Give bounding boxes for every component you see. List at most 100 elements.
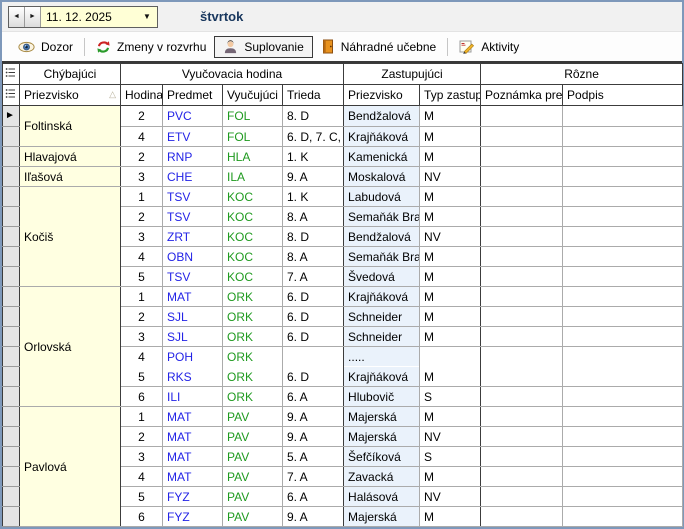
- row-selector[interactable]: [3, 287, 20, 307]
- cell-predmet[interactable]: POH: [163, 347, 223, 367]
- cell-typ-zastup[interactable]: M: [420, 467, 481, 487]
- cell-poznamka[interactable]: [481, 187, 563, 207]
- cell-poznamka[interactable]: [481, 387, 563, 407]
- cell-trieda[interactable]: 6. A: [283, 487, 344, 507]
- cell-podpis[interactable]: [563, 507, 683, 527]
- cell-predmet[interactable]: ETV: [163, 127, 223, 147]
- cell-zastupujuci-priezvisko[interactable]: .....: [344, 347, 420, 367]
- cell-hodina[interactable]: 3: [121, 227, 163, 247]
- cell-typ-zastup[interactable]: M: [420, 106, 481, 127]
- cell-zastupujuci-priezvisko[interactable]: Majerská: [344, 507, 420, 527]
- cell-trieda[interactable]: 6. D: [283, 327, 344, 347]
- cell-vyucujuci[interactable]: HLA: [223, 147, 283, 167]
- row-selector[interactable]: [3, 347, 20, 367]
- cell-podpis[interactable]: [563, 487, 683, 507]
- cell-vyucujuci[interactable]: KOC: [223, 247, 283, 267]
- cell-hodina[interactable]: 1: [121, 287, 163, 307]
- cell-trieda[interactable]: 1. K: [283, 187, 344, 207]
- cell-vyucujuci[interactable]: PAV: [223, 487, 283, 507]
- cell-hodina[interactable]: 4: [121, 347, 163, 367]
- cell-vyucujuci[interactable]: ORK: [223, 367, 283, 387]
- row-selector[interactable]: [3, 467, 20, 487]
- cell-hodina[interactable]: 5: [121, 487, 163, 507]
- row-selector[interactable]: [3, 247, 20, 267]
- cell-trieda[interactable]: 6. D, 7. C, 8: [283, 127, 344, 147]
- cell-typ-zastup[interactable]: M: [420, 127, 481, 147]
- cell-zastupujuci-priezvisko[interactable]: Majerská: [344, 407, 420, 427]
- column-header-priezvisko-chybajuci[interactable]: Priezvisko △: [20, 85, 121, 106]
- cell-zastupujuci-priezvisko[interactable]: Majerská: [344, 427, 420, 447]
- row-selector[interactable]: [3, 127, 20, 147]
- cell-hodina[interactable]: 4: [121, 467, 163, 487]
- cell-podpis[interactable]: [563, 147, 683, 167]
- cell-predmet[interactable]: TSV: [163, 267, 223, 287]
- cell-vyucujuci[interactable]: PAV: [223, 427, 283, 447]
- row-selector[interactable]: [3, 507, 20, 527]
- cell-vyucujuci[interactable]: FOL: [223, 106, 283, 127]
- row-selector[interactable]: [3, 207, 20, 227]
- current-row-marker[interactable]: ►: [3, 106, 20, 127]
- row-selector[interactable]: [3, 327, 20, 347]
- tab-suplovanie[interactable]: Suplovanie: [214, 36, 312, 58]
- cell-predmet[interactable]: SJL: [163, 307, 223, 327]
- cell-podpis[interactable]: [563, 407, 683, 427]
- cell-predmet[interactable]: ILI: [163, 387, 223, 407]
- cell-typ-zastup[interactable]: NV: [420, 227, 481, 247]
- cell-podpis[interactable]: [563, 127, 683, 147]
- cell-typ-zastup[interactable]: M: [420, 367, 481, 387]
- row-selector[interactable]: [3, 487, 20, 507]
- cell-poznamka[interactable]: [481, 447, 563, 467]
- cell-podpis[interactable]: [563, 427, 683, 447]
- tab-aktivity[interactable]: Aktivity: [451, 36, 527, 58]
- cell-zastupujuci-priezvisko[interactable]: Schneider: [344, 307, 420, 327]
- cell-typ-zastup[interactable]: M: [420, 187, 481, 207]
- cell-zastupujuci-priezvisko[interactable]: Bendžalová: [344, 227, 420, 247]
- cell-poznamka[interactable]: [481, 287, 563, 307]
- cell-poznamka[interactable]: [481, 327, 563, 347]
- row-selector[interactable]: [3, 427, 20, 447]
- cell-trieda[interactable]: 6. D: [283, 287, 344, 307]
- cell-vyucujuci[interactable]: KOC: [223, 227, 283, 247]
- cell-vyucujuci[interactable]: PAV: [223, 407, 283, 427]
- column-header-trieda[interactable]: Trieda: [283, 85, 344, 106]
- cell-vyucujuci[interactable]: KOC: [223, 267, 283, 287]
- cell-poznamka[interactable]: [481, 227, 563, 247]
- cell-trieda[interactable]: 7. A: [283, 267, 344, 287]
- cell-podpis[interactable]: [563, 167, 683, 187]
- cell-zastupujuci-priezvisko[interactable]: Krajňáková: [344, 287, 420, 307]
- cell-predmet[interactable]: MAT: [163, 427, 223, 447]
- cell-zastupujuci-priezvisko[interactable]: Halásová: [344, 487, 420, 507]
- cell-typ-zastup[interactable]: NV: [420, 167, 481, 187]
- cell-trieda[interactable]: 9. A: [283, 167, 344, 187]
- date-next-button[interactable]: ►: [25, 7, 41, 27]
- cell-poznamka[interactable]: [481, 267, 563, 287]
- cell-trieda[interactable]: 6. D: [283, 367, 344, 387]
- row-selector[interactable]: [3, 447, 20, 467]
- cell-trieda[interactable]: 7. A: [283, 467, 344, 487]
- cell-predmet[interactable]: MAT: [163, 447, 223, 467]
- cell-typ-zastup[interactable]: [420, 347, 481, 367]
- row-selector[interactable]: [3, 147, 20, 167]
- cell-hodina[interactable]: 1: [121, 407, 163, 427]
- cell-trieda[interactable]: 9. A: [283, 427, 344, 447]
- row-selector[interactable]: [3, 307, 20, 327]
- cell-zastupujuci-priezvisko[interactable]: Krajňáková: [344, 367, 420, 387]
- row-selector[interactable]: [3, 387, 20, 407]
- cell-podpis[interactable]: [563, 387, 683, 407]
- cell-typ-zastup[interactable]: S: [420, 447, 481, 467]
- cell-predmet[interactable]: TSV: [163, 207, 223, 227]
- absent-teacher-name[interactable]: Foltinská: [20, 106, 121, 147]
- cell-predmet[interactable]: FYZ: [163, 507, 223, 527]
- absent-teacher-name[interactable]: Hlavajová: [20, 147, 121, 167]
- cell-hodina[interactable]: 5: [121, 267, 163, 287]
- tab-zmeny-v-rozvrhu[interactable]: Zmeny v rozvrhu: [88, 36, 214, 58]
- cell-poznamka[interactable]: [481, 407, 563, 427]
- cell-vyucujuci[interactable]: ORK: [223, 387, 283, 407]
- date-dropdown-button[interactable]: ▼: [137, 7, 157, 27]
- row-selector[interactable]: [3, 227, 20, 247]
- cell-predmet[interactable]: SJL: [163, 327, 223, 347]
- cell-hodina[interactable]: 2: [121, 106, 163, 127]
- cell-hodina[interactable]: 3: [121, 447, 163, 467]
- cell-hodina[interactable]: 4: [121, 127, 163, 147]
- cell-predmet[interactable]: TSV: [163, 187, 223, 207]
